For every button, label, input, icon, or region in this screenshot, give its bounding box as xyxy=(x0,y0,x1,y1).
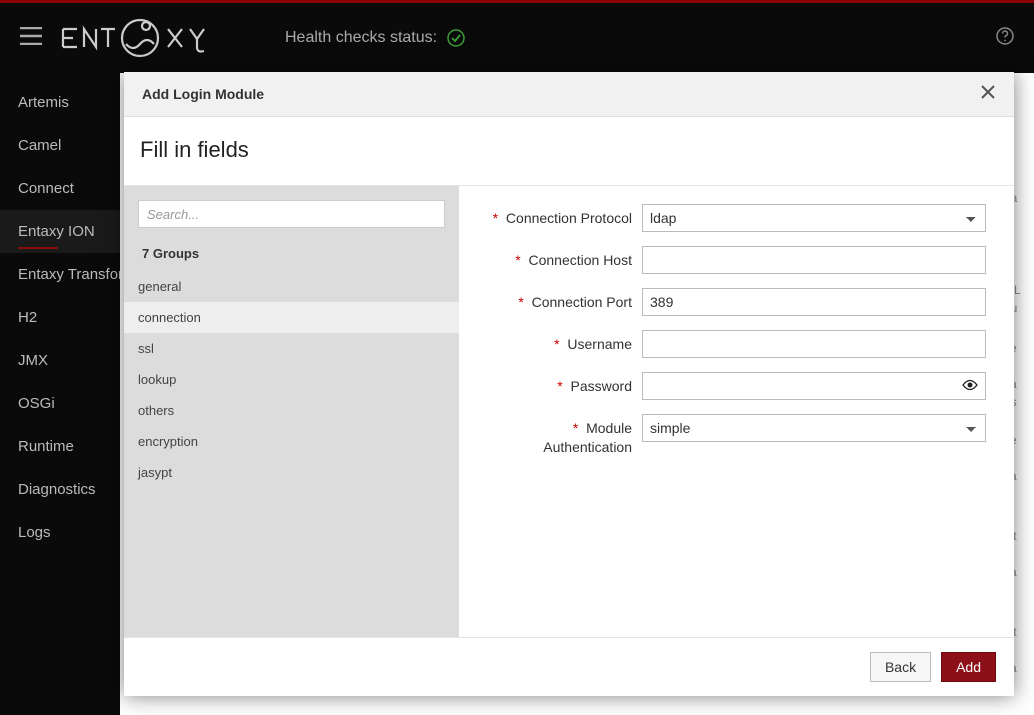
add-button[interactable]: Add xyxy=(941,652,996,682)
group-item-encryption[interactable]: encryption xyxy=(124,426,459,457)
health-label: Health checks status: xyxy=(285,29,437,47)
group-item-general[interactable]: general xyxy=(124,271,459,302)
help-icon[interactable] xyxy=(996,27,1014,50)
group-item-ssl[interactable]: ssl xyxy=(124,333,459,364)
sidebar-item-h2[interactable]: H2 xyxy=(0,296,120,339)
section-title: Fill in fields xyxy=(124,117,1014,185)
label-connection-host: Connection Host xyxy=(528,252,632,268)
sidebar-item-runtime[interactable]: Runtime xyxy=(0,425,120,468)
sidebar-item-osgi[interactable]: OSGi xyxy=(0,382,120,425)
group-item-connection[interactable]: connection xyxy=(124,302,459,333)
groups-count: 7 Groups xyxy=(124,240,459,271)
label-connection-protocol: Connection Protocol xyxy=(506,210,632,226)
health-status: Health checks status: xyxy=(285,29,465,47)
groups-panel: 7 Groups general connection ssl lookup o… xyxy=(124,186,459,637)
username-input[interactable] xyxy=(642,330,986,358)
add-login-module-modal: Add Login Module Fill in fields 7 Groups… xyxy=(124,72,1014,696)
sidebar-item-logs[interactable]: Logs xyxy=(0,511,120,554)
sidebar: Artemis Camel Connect Entaxy ION Entaxy … xyxy=(0,73,120,715)
sidebar-item-diagnostics[interactable]: Diagnostics xyxy=(0,468,120,511)
app-logo xyxy=(60,17,225,59)
group-item-lookup[interactable]: lookup xyxy=(124,364,459,395)
check-circle-icon xyxy=(447,29,465,47)
label-password: Password xyxy=(571,378,632,394)
modal-header: Add Login Module xyxy=(124,72,1014,117)
sidebar-item-jmx[interactable]: JMX xyxy=(0,339,120,382)
group-item-jasypt[interactable]: jasypt xyxy=(124,457,459,488)
password-input[interactable] xyxy=(642,372,986,400)
app-header: Health checks status: xyxy=(0,3,1034,73)
sidebar-item-artemis[interactable]: Artemis xyxy=(0,81,120,124)
module-auth-select[interactable]: simple xyxy=(642,414,986,442)
hamburger-icon[interactable] xyxy=(20,25,42,51)
sidebar-item-entaxy-ion[interactable]: Entaxy ION xyxy=(0,210,120,253)
label-module-auth: Module Authentication xyxy=(543,420,632,455)
close-icon[interactable] xyxy=(980,84,996,104)
search-input[interactable] xyxy=(138,200,445,228)
label-connection-port: Connection Port xyxy=(532,294,632,310)
connection-host-input[interactable] xyxy=(642,246,986,274)
sidebar-item-connect[interactable]: Connect xyxy=(0,167,120,210)
sidebar-item-entaxy-transforms[interactable]: Entaxy Transforms xyxy=(0,253,120,296)
modal-footer: Back Add xyxy=(124,637,1014,696)
label-username: Username xyxy=(567,336,632,352)
connection-port-input[interactable] xyxy=(642,288,986,316)
form-panel: * Connection Protocol ldap * Connection … xyxy=(459,186,1014,637)
group-item-others[interactable]: others xyxy=(124,395,459,426)
modal-title: Add Login Module xyxy=(142,86,264,102)
sidebar-item-camel[interactable]: Camel xyxy=(0,124,120,167)
eye-icon[interactable] xyxy=(962,377,978,396)
connection-protocol-select[interactable]: ldap xyxy=(642,204,986,232)
back-button[interactable]: Back xyxy=(870,652,931,682)
